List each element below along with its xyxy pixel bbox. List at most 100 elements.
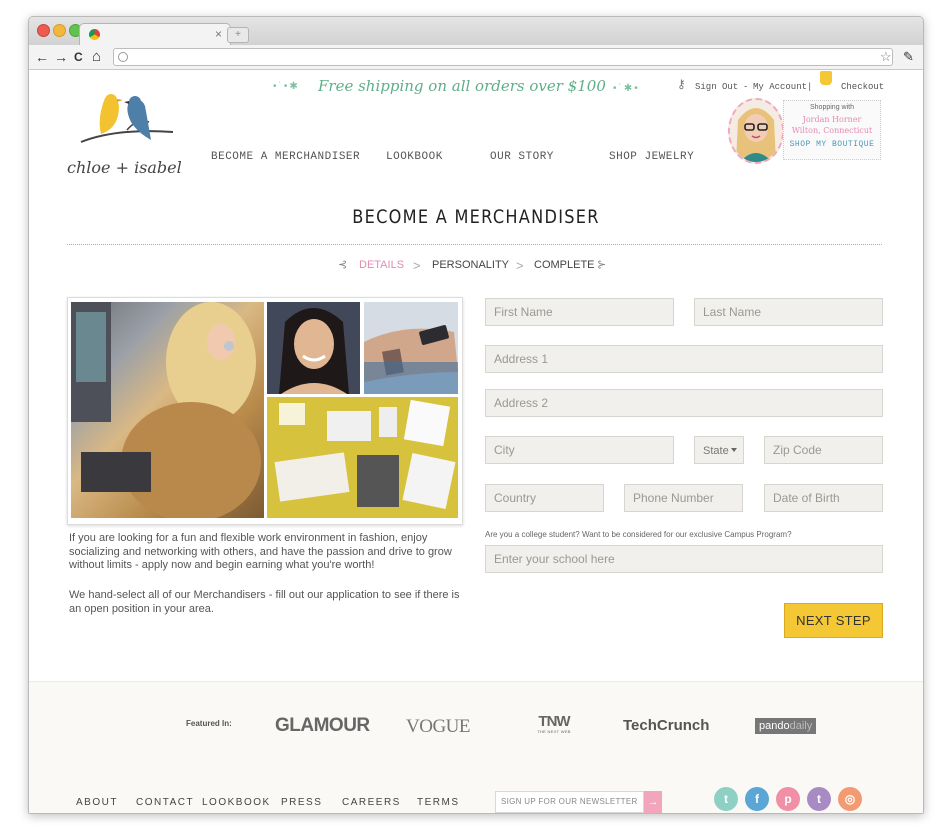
step-complete: COMPLETE (534, 259, 595, 271)
featured-label: Featured In: (186, 719, 232, 728)
newsletter-placeholder: SIGN UP FOR OUR NEWSLETTER (501, 797, 638, 806)
nav-lookbook[interactable]: LOOKBOOK (386, 151, 443, 163)
tnw-logo: TNW THE NEXT WEB (532, 713, 576, 734)
browser-titlebar: × + (29, 17, 923, 46)
pandodaily-logo-name: pando (759, 720, 790, 732)
free-shipping-banner: •˙•✱ Free shipping on all orders over $1… (273, 77, 653, 99)
pandodaily-logo: pandodaily (755, 718, 817, 734)
nav-shop-jewelry[interactable]: SHOP JEWELRY (609, 151, 694, 163)
reload-button[interactable]: C (74, 48, 83, 66)
consultant-location: Wilton, Connecticut (791, 126, 873, 135)
city-field[interactable]: City (485, 436, 674, 464)
logo-text: chloe + isabel (67, 158, 182, 177)
step-separator: > (413, 258, 421, 273)
footer-lookbook-link[interactable]: LOOKBOOK (202, 797, 271, 808)
address2-field[interactable]: Address 2 (485, 389, 883, 417)
newsletter-input[interactable]: SIGN UP FOR OUR NEWSLETTER (495, 791, 644, 813)
nav-become-merchandiser[interactable]: BECOME A MERCHANDISER (211, 151, 360, 163)
my-account-link[interactable]: My Account (753, 82, 807, 92)
banner-flourish-left-icon: •˙•✱ (273, 81, 300, 92)
intro-paragraph-2: We hand-select all of our Merchandisers … (69, 589, 460, 615)
nav-our-story[interactable]: OUR STORY (490, 151, 554, 163)
merchandiser-avatar[interactable] (728, 98, 784, 164)
free-shipping-text: Free shipping on all orders over $100 (318, 77, 606, 95)
browser-toolbar: ← → C ⌂ ☆ ✎ (29, 45, 923, 70)
state-select[interactable]: State (694, 436, 744, 464)
tnw-logo-sub: THE NEXT WEB (537, 729, 571, 734)
browser-window: × + ← → C ⌂ ☆ ✎ •˙•✱ Free shipping on al… (28, 16, 924, 814)
step-separator: > (516, 258, 524, 273)
chevron-down-icon (731, 448, 737, 452)
first-name-field[interactable]: First Name (485, 298, 674, 326)
shopping-bag-icon (820, 71, 832, 85)
vogue-logo: VOGUE (406, 716, 471, 737)
step-details[interactable]: DETAILS (359, 259, 404, 271)
shop-my-boutique-link[interactable]: SHOP MY BOUTIQUE (784, 140, 880, 149)
close-window-button[interactable] (37, 24, 50, 37)
photo-fashion-woman (71, 302, 264, 518)
page-icon (118, 52, 128, 62)
footer-press-link[interactable]: PRESS (281, 797, 322, 808)
pinterest-icon[interactable]: p (776, 787, 800, 811)
wrench-icon[interactable]: ✎ (903, 48, 914, 66)
intro-paragraph: If you are looking for a fun and flexibl… (69, 532, 452, 571)
photo-smiling-woman (267, 302, 360, 394)
glamour-logo: GLAMOUR (275, 715, 370, 736)
web-page: •˙•✱ Free shipping on all orders over $1… (29, 70, 923, 813)
featured-band: Featured In: GLAMOUR VOGUE TNW THE NEXT … (29, 681, 923, 773)
newsletter-submit-button[interactable]: → (644, 791, 662, 813)
phone-number-field[interactable]: Phone Number (624, 484, 743, 512)
tab-close-icon[interactable]: × (215, 27, 222, 41)
title-divider (67, 244, 882, 245)
photo-jewelry-table (267, 397, 458, 518)
country-field[interactable]: Country (485, 484, 604, 512)
address-bar[interactable] (113, 48, 893, 66)
account-links: ⚷ Sign Out - My Account | Checkout (677, 71, 917, 96)
state-select-label: State (703, 445, 729, 457)
site-logo[interactable]: chloe + isabel (67, 88, 187, 178)
browser-tab[interactable]: × (79, 23, 231, 46)
account-dash: - (743, 82, 749, 92)
step-flourish-right-icon: ⊱ (597, 259, 607, 271)
date-of-birth-field[interactable]: Date of Birth (764, 484, 883, 512)
tnw-logo-mark: TNW (538, 713, 570, 730)
chrome-icon (89, 29, 100, 40)
avatar-portrait (730, 100, 782, 162)
sign-out-link[interactable]: Sign Out (695, 82, 738, 92)
twitter-icon[interactable]: t (714, 787, 738, 811)
progress-steps: ⊰ DETAILS > PERSONALITY > COMPLETE ⊱ (29, 258, 923, 274)
shopping-with-label: Shopping with (810, 104, 854, 111)
home-button[interactable]: ⌂ (92, 48, 101, 66)
techcrunch-logo: TechCrunch (623, 717, 710, 734)
school-field[interactable]: Enter your school here (485, 545, 883, 573)
instagram-icon[interactable]: ◎ (838, 787, 862, 811)
footer-about-link[interactable]: ABOUT (76, 797, 118, 808)
photo-collage (67, 297, 463, 525)
new-tab-button[interactable]: + (227, 27, 249, 43)
checkout-link[interactable]: Checkout (841, 82, 884, 92)
back-button[interactable]: ← (35, 48, 49, 66)
birds-logo-icon (80, 94, 174, 143)
zip-code-field[interactable]: Zip Code (764, 436, 883, 464)
last-name-field[interactable]: Last Name (694, 298, 883, 326)
consultant-name: Jordan Horner (802, 115, 862, 124)
forward-button[interactable]: → (54, 48, 68, 66)
account-separator: | (807, 82, 813, 92)
college-question: Are you a college student? Want to be co… (485, 530, 792, 539)
minimize-window-button[interactable] (53, 24, 66, 37)
footer-terms-link[interactable]: TERMS (417, 797, 460, 808)
sign-out-key-icon: ⚷ (677, 78, 686, 92)
step-personality: PERSONALITY (432, 259, 510, 271)
next-step-button[interactable]: NEXT STEP (784, 603, 883, 638)
pandodaily-logo-suffix: daily (789, 720, 813, 732)
address1-field[interactable]: Address 1 (485, 345, 883, 373)
banner-flourish-right-icon: •˙✱• (613, 83, 640, 94)
tumblr-icon[interactable]: t (807, 787, 831, 811)
bookmark-star-icon[interactable]: ☆ (880, 48, 892, 66)
page-title: BECOME A MERCHANDISER (352, 206, 600, 228)
footer-contact-link[interactable]: CONTACT (136, 797, 194, 808)
shopping-with-panel: Shopping with Jordan Horner Wilton, Conn… (783, 100, 881, 160)
photo-phone-hands (364, 302, 458, 394)
facebook-icon[interactable]: f (745, 787, 769, 811)
footer-careers-link[interactable]: CAREERS (342, 797, 401, 808)
